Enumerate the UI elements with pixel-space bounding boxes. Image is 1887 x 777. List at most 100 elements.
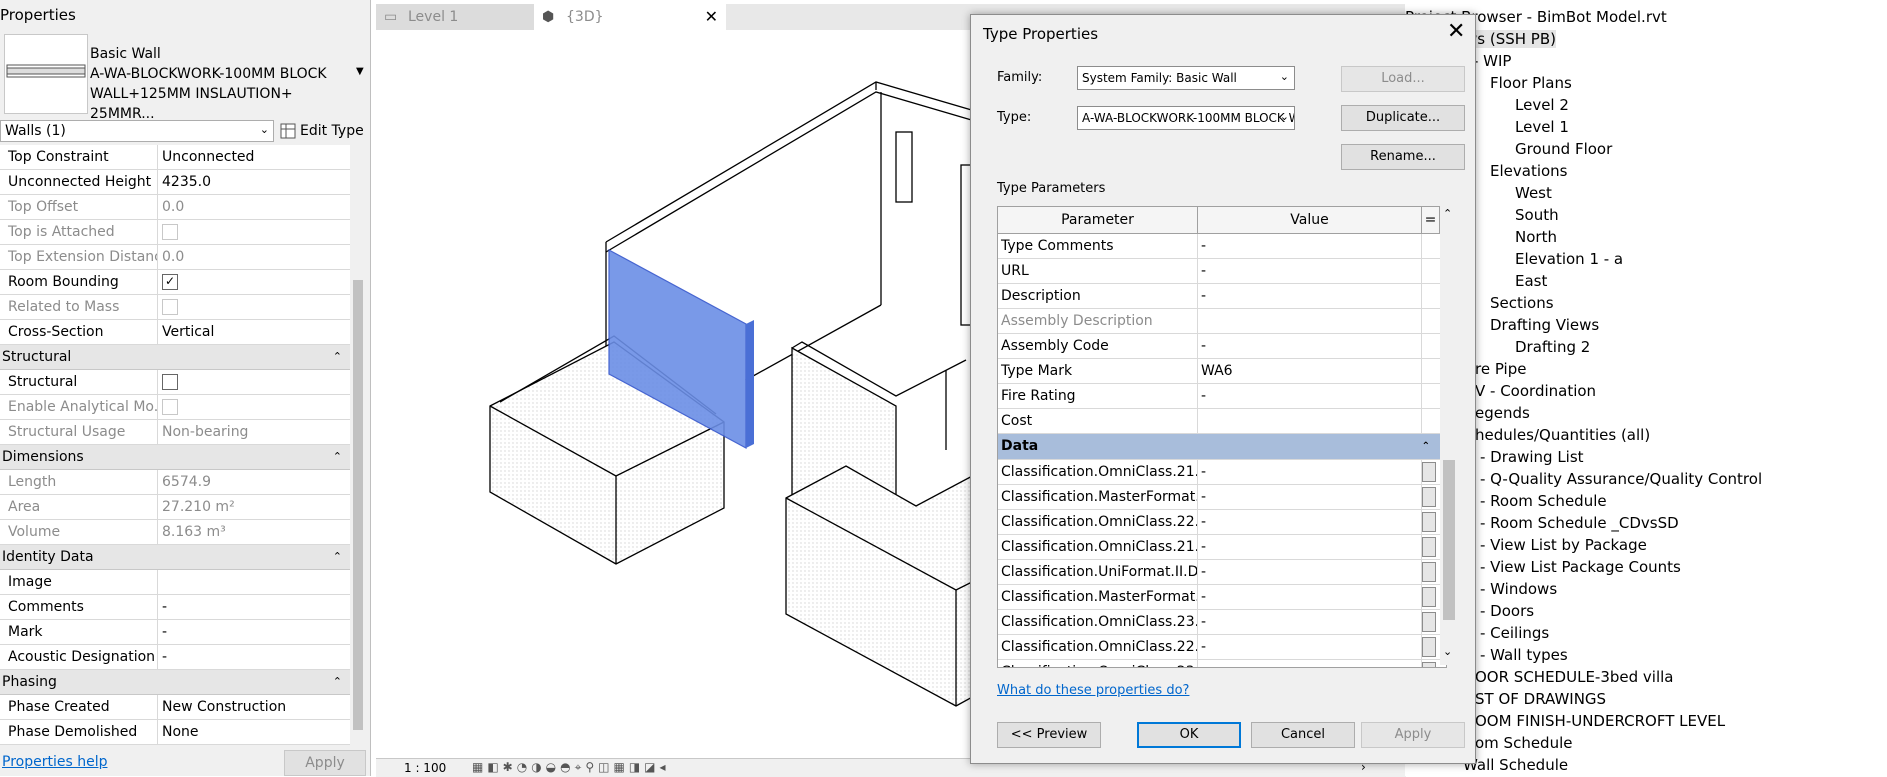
table-row[interactable]: Classification.OmniClass.21.N - [998, 460, 1446, 485]
prop-row[interactable]: Cross-Section Vertical [0, 320, 350, 345]
load-button[interactable]: Load... [1341, 66, 1465, 92]
param-value[interactable]: - [1198, 635, 1422, 659]
collapse-icon[interactable]: ⌃ [333, 345, 342, 369]
family-select[interactable]: System Family: Basic Wall ⌄ [1077, 66, 1295, 90]
table-row[interactable]: Type Comments - [998, 234, 1446, 259]
browser-item[interactable]: East [1515, 272, 1547, 290]
prop-value[interactable]: Vertical [158, 320, 350, 344]
browser-item[interactable]: - Room Schedule _CDvsSD [1480, 514, 1679, 532]
browser-item[interactable]: West [1515, 184, 1552, 202]
structural-checkbox[interactable] [162, 374, 178, 390]
browse-button[interactable] [1422, 512, 1436, 532]
section-phasing[interactable]: Phasing ⌃ [0, 670, 350, 695]
help-link[interactable]: What do these properties do? [997, 683, 1189, 698]
view-control-icons[interactable]: ▦◧✱◔◑◒◓⌖⚲◫▦◨◪◂ [472, 760, 670, 775]
param-value[interactable]: - [1198, 284, 1422, 308]
table-row[interactable]: Classification.MasterFormat.N - [998, 585, 1446, 610]
scroll-up-icon[interactable]: ⌃ [1443, 207, 1452, 220]
browser-item[interactable]: Drafting 2 [1515, 338, 1590, 356]
browse-button[interactable] [1422, 612, 1436, 632]
param-value[interactable]: - [1198, 485, 1422, 509]
prop-row[interactable]: Top Constraint Unconnected [0, 145, 350, 170]
preview-button[interactable]: << Preview [997, 722, 1101, 748]
browser-item[interactable]: Wall Schedule [1463, 756, 1568, 774]
view-scale[interactable]: 1 : 100 [404, 761, 446, 775]
tab-3d[interactable]: ⬢ {3D} ✕ [534, 4, 726, 30]
section-structural[interactable]: Structural ⌃ [0, 345, 350, 370]
browser-item[interactable]: - View List Package Counts [1480, 558, 1681, 576]
tab-level-1[interactable]: ▭ Level 1 [376, 4, 558, 30]
rename-button[interactable]: Rename... [1341, 144, 1465, 170]
browser-item[interactable]: Level 1 [1515, 118, 1569, 136]
prop-row[interactable]: Unconnected Height 4235.0 [0, 170, 350, 195]
browser-item[interactable]: om Schedule [1475, 734, 1573, 752]
type-selector[interactable]: Basic Wall A-WA-BLOCKWORK-100MM BLOCK WA… [90, 44, 360, 124]
table-row[interactable]: URL - [998, 259, 1446, 284]
prop-row[interactable]: Image [0, 570, 350, 595]
properties-apply-button[interactable]: Apply [284, 750, 366, 776]
prop-row[interactable]: Mark - [0, 620, 350, 645]
collapse-icon[interactable]: ⌃ [333, 670, 342, 694]
prop-row[interactable]: Structural [0, 370, 350, 395]
param-value[interactable]: WA6 [1198, 359, 1422, 383]
browser-item[interactable]: ST OF DRAWINGS [1475, 690, 1606, 708]
table-row[interactable]: Classification.OmniClass.22.D - [998, 635, 1446, 660]
param-value[interactable]: - [1198, 610, 1422, 634]
table-row[interactable]: Classification.OmniClass.23.D- [998, 660, 1446, 667]
browse-button[interactable] [1422, 587, 1436, 607]
room-bounding-checkbox[interactable]: ✓ [162, 274, 178, 290]
browser-item[interactable]: - WIP [1473, 52, 1511, 70]
browser-item[interactable]: Ground Floor [1515, 140, 1612, 158]
cancel-button[interactable]: Cancel [1251, 722, 1355, 748]
browser-item[interactable]: Elevation 1 - a [1515, 250, 1623, 268]
browse-button[interactable] [1422, 462, 1436, 482]
param-value[interactable]: - [1198, 234, 1422, 258]
browser-item[interactable]: Drafting Views [1490, 316, 1599, 334]
table-row[interactable]: Cost [998, 409, 1446, 434]
scrollbar-thumb[interactable] [1443, 460, 1455, 620]
browse-button[interactable] [1422, 487, 1436, 507]
collapse-icon[interactable]: ⌃ [333, 545, 342, 569]
browse-button[interactable] [1422, 537, 1436, 557]
browser-item[interactable]: OOR SCHEDULE-3bed villa [1475, 668, 1674, 686]
collapse-icon[interactable]: ⌃ [1422, 434, 1430, 459]
browser-item[interactable]: re Pipe [1475, 360, 1526, 378]
browse-button[interactable] [1422, 662, 1436, 667]
browser-item[interactable]: - Room Schedule [1480, 492, 1607, 510]
duplicate-button[interactable]: Duplicate... [1341, 105, 1465, 131]
browser-item[interactable]: - Drawing List [1480, 448, 1584, 466]
properties-scrollbar[interactable] [350, 150, 366, 740]
prop-row[interactable]: Comments - [0, 595, 350, 620]
section-identity-data[interactable]: Identity Data ⌃ [0, 545, 350, 570]
scrollbar-thumb[interactable] [353, 280, 363, 730]
table-row[interactable]: Classification.UniFormat.II.Des - [998, 560, 1446, 585]
browser-item[interactable]: Elevations [1490, 162, 1568, 180]
scroll-down-icon[interactable]: ⌄ [1443, 645, 1452, 658]
param-value[interactable]: - [1198, 334, 1422, 358]
prop-value[interactable]: - [158, 620, 350, 644]
type-select[interactable]: A-WA-BLOCKWORK-100MM BLOCK WA ⌄ [1077, 106, 1295, 130]
browser-item[interactable]: - Ceilings [1480, 624, 1549, 642]
column-header-formula[interactable]: = [1422, 207, 1440, 233]
browser-item[interactable]: Floor Plans [1490, 74, 1572, 92]
param-value[interactable]: - [1198, 259, 1422, 283]
browser-item[interactable]: North [1515, 228, 1557, 246]
close-icon[interactable]: ✕ [705, 4, 718, 30]
ok-button[interactable]: OK [1137, 722, 1241, 748]
table-row[interactable]: Assembly Code - [998, 334, 1446, 359]
param-value[interactable]: - [1198, 460, 1422, 484]
table-row[interactable]: Classification.MasterFormat.D - [998, 485, 1446, 510]
browser-item[interactable]: egends [1475, 404, 1530, 422]
prop-row[interactable]: Phase Demolished None [0, 720, 350, 745]
properties-help-link[interactable]: Properties help [2, 754, 107, 770]
type-dropdown-arrow-icon[interactable]: ▼ [356, 66, 364, 77]
browser-item[interactable]: South [1515, 206, 1559, 224]
browser-item[interactable]: ws (SSH PB) [1465, 30, 1556, 48]
browser-item[interactable]: - View List by Package [1480, 536, 1647, 554]
column-header-value[interactable]: Value [1198, 207, 1422, 233]
close-icon[interactable]: ✕ [1447, 19, 1465, 44]
browse-button[interactable] [1422, 562, 1436, 582]
table-row[interactable]: Classification.OmniClass.22.N - [998, 510, 1446, 535]
type-parameters-scrollbar[interactable]: ⌃ ⌄ [1440, 205, 1458, 665]
prop-value[interactable]: - [158, 645, 350, 669]
